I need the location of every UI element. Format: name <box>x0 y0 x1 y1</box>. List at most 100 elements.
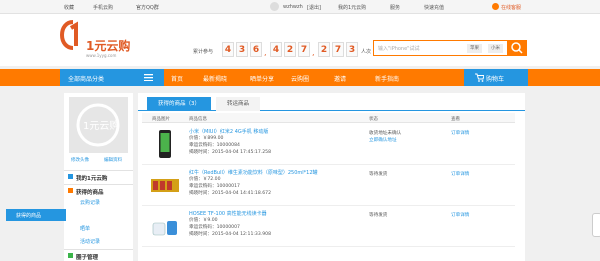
search-button[interactable] <box>507 40 527 56</box>
main-nav: 全部商品分类 首页 最新揭晓 晒单分享 云购圈 邀请 新手指南 购物车 <box>0 69 600 86</box>
gift-icon <box>68 188 73 193</box>
column-header: 查看 <box>451 117 460 122</box>
logo-one-icon[interactable] <box>60 20 86 50</box>
user-sidebar: 1元云购 修改头像 编辑资料 我的1元云购 获得的商品 云购记录 <box>64 93 133 261</box>
tab-bar: 获得的商品（3） 转运商品 <box>138 97 525 111</box>
svg-text:1元云购: 1元云购 <box>83 119 119 132</box>
table-row: HOSEE TF-100 高性能无线读卡器 价值：￥9.00 幸运云购码：100… <box>142 206 515 247</box>
product-image-redbull[interactable] <box>150 170 180 200</box>
product-name-link[interactable]: 红牛（RedBull）维生素功能饮料（原味型）250ml*12罐 <box>189 169 318 176</box>
order-status: 收货地址未确认 <box>369 131 402 136</box>
table-row: 红牛（RedBull）维生素功能饮料（原味型）250ml*12罐 价值：￥72.… <box>142 165 515 206</box>
edit-profile-link[interactable]: 编辑资料 <box>104 157 122 163</box>
counter-comma: , <box>312 48 315 57</box>
column-header: 商品信息 <box>189 117 207 122</box>
search-tag-apple[interactable]: 苹果 <box>467 44 482 53</box>
main-panel: 获得的商品（3） 转运商品 商品图片 商品信息 状态 查看 小米（MIUI）红米… <box>138 93 525 261</box>
product-name-link[interactable]: HOSEE TF-100 高性能无线读卡器 <box>189 210 267 217</box>
qq-group-link[interactable]: 官方QQ群 <box>136 4 159 11</box>
sidebar-section-circle[interactable]: 圈子管理 <box>64 249 133 261</box>
nav-share[interactable]: 晒单分享 <box>250 74 274 83</box>
circle-icon <box>68 253 73 258</box>
my-account-link[interactable]: 我的1元云购 <box>338 4 366 11</box>
logo-url: www.1yyg.com <box>86 53 117 58</box>
counter-digit: 3 <box>346 42 358 57</box>
quick-recharge-link[interactable]: 快速充值 <box>424 4 444 11</box>
tab-won-items[interactable]: 获得的商品（3） <box>147 97 211 111</box>
counter-digit: 4 <box>222 42 234 57</box>
tab-transfer-items[interactable]: 转运商品 <box>216 97 260 111</box>
reveal-time: 揭晓时间：2015-04-04 12:11:33.908 <box>189 232 271 237</box>
sidebar-section-title: 我的1元云购 <box>76 176 108 182</box>
sidebar-section-title: 获得的商品 <box>76 190 104 196</box>
product-name-link[interactable]: 小米（MIUI）红米2 4G手机 移动版 <box>189 128 268 135</box>
product-price: 价值：￥899.00 <box>189 136 224 141</box>
sidebar-item-activity[interactable]: 活动记录 <box>80 238 100 245</box>
product-image-phone[interactable] <box>150 129 180 159</box>
sidebar-item-records[interactable]: 云购记录 <box>80 199 100 206</box>
search-icon <box>511 42 523 54</box>
column-header: 状态 <box>369 117 378 122</box>
sidebar-section-title: 圈子管理 <box>76 255 99 261</box>
sidebar-item-won-active[interactable]: 获得的商品 <box>6 209 66 221</box>
counter-digit: 2 <box>284 42 296 57</box>
table-row: 小米（MIUI）红米2 4G手机 移动版 价值：￥899.00 幸运云购码：10… <box>142 124 515 165</box>
sidebar-item-share[interactable]: 晒单 <box>80 225 90 232</box>
confirm-address-link[interactable]: 立即确认地址 <box>369 137 397 143</box>
order-detail-link[interactable]: 订单详情 <box>451 130 469 136</box>
service-link[interactable]: 服务 <box>390 4 400 11</box>
counter-digit: 7 <box>298 42 310 57</box>
all-categories-label: 全部商品分类 <box>68 76 105 83</box>
counter-suffix: 人次 <box>361 49 372 55</box>
mobile-link[interactable]: 手机云购 <box>93 4 113 11</box>
search-input[interactable] <box>378 44 463 53</box>
logo-text[interactable]: 1元云购 <box>86 37 130 54</box>
floating-scroll-tab[interactable] <box>592 213 600 237</box>
product-image-card-reader[interactable] <box>150 211 180 241</box>
cart-button[interactable]: 购物车 <box>464 69 528 86</box>
counter-digit: 2 <box>318 42 330 57</box>
logout-link[interactable]: [退出] <box>307 4 321 11</box>
nav-home[interactable]: 首页 <box>171 74 183 83</box>
search-box: 苹果 小米 <box>373 40 508 56</box>
top-bar: 收藏 手机云购 官方QQ群 wzhwzh [退出] 我的1元云购 服务 快速充值… <box>0 0 600 14</box>
counter-digit: 6 <box>250 42 262 57</box>
column-header: 商品图片 <box>152 117 170 122</box>
counter-label: 累计参与 <box>193 49 214 55</box>
user-avatar-small <box>270 2 279 11</box>
order-detail-link[interactable]: 订单详情 <box>451 212 469 218</box>
nav-circle[interactable]: 云购圈 <box>291 74 309 83</box>
reveal-time: 揭晓时间：2015-04-04 17:45:17.258 <box>189 150 271 155</box>
table-header: 商品图片 商品信息 状态 查看 <box>142 113 515 123</box>
sidebar-section-my-account[interactable]: 我的1元云购 <box>64 170 133 182</box>
counter-digit: 3 <box>236 42 248 57</box>
product-price: 价值：￥9.00 <box>189 218 218 223</box>
order-status: 等待发货 <box>369 172 388 177</box>
lucky-code: 幸运云购码：10000007 <box>189 225 240 230</box>
cart-icon <box>475 73 484 82</box>
service-icon <box>492 3 499 10</box>
menu-icon <box>144 74 153 81</box>
avatar[interactable]: 1元云购 <box>69 97 128 153</box>
nav-invite[interactable]: 邀请 <box>334 74 346 83</box>
counter-comma: , <box>264 48 267 57</box>
favorite-link[interactable]: 收藏 <box>64 4 74 11</box>
nav-guide[interactable]: 新手指南 <box>375 74 399 83</box>
counter-digit: 7 <box>332 42 344 57</box>
order-status: 等待发货 <box>369 213 388 218</box>
avatar-logo-icon: 1元云购 <box>76 103 120 147</box>
sidebar-section-won[interactable]: 获得的商品 <box>64 184 133 196</box>
order-detail-link[interactable]: 订单详情 <box>451 171 469 177</box>
product-price: 价值：￥72.00 <box>189 177 221 182</box>
lucky-code: 幸运云购码：10000084 <box>189 143 240 148</box>
cart-label: 购物车 <box>486 76 505 83</box>
username-link[interactable]: wzhwzh <box>283 4 303 10</box>
all-categories-button[interactable]: 全部商品分类 <box>60 69 164 86</box>
search-tag-xiaomi[interactable]: 小米 <box>488 44 503 53</box>
nav-latest[interactable]: 最新揭晓 <box>203 74 227 83</box>
counter-digit: 4 <box>270 42 282 57</box>
home-icon <box>68 174 73 179</box>
lucky-code: 幸运云购码：10000017 <box>189 184 240 189</box>
edit-avatar-link[interactable]: 修改头像 <box>71 157 89 163</box>
online-service-link[interactable]: 在线客服 <box>501 4 521 11</box>
